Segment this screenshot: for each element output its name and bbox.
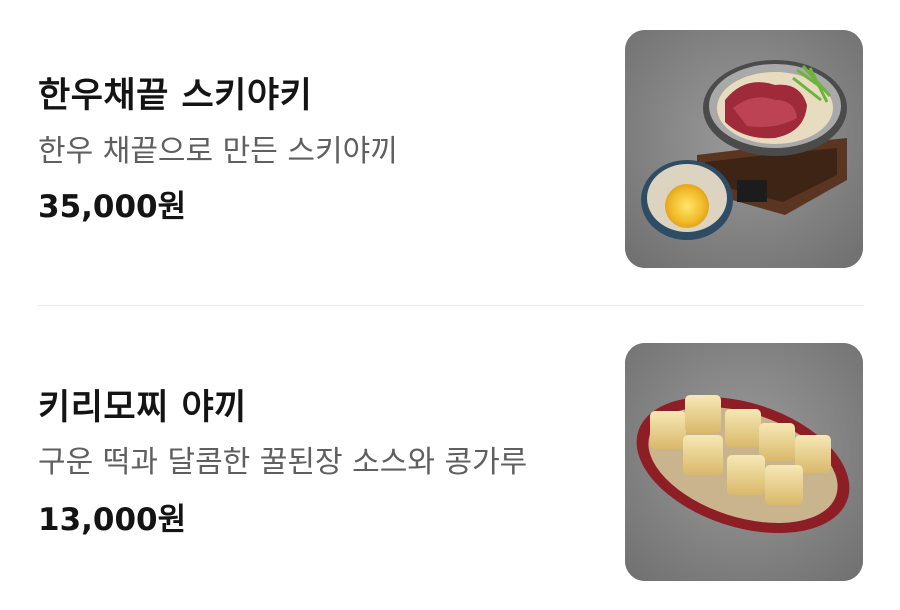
menu-item-description: 구운 떡과 달콤한 꿀된장 소스와 콩가루 bbox=[38, 445, 528, 480]
menu-item-name: 한우채끝 스키야키 bbox=[38, 76, 313, 116]
menu-item-name: 키리모찌 야끼 bbox=[38, 388, 247, 428]
menu-item-kirimochi[interactable]: 키리모찌 야끼 구운 떡과 달콤한 꿀된장 소스와 콩가루 13,000원 bbox=[38, 343, 864, 583]
grilled-mochi-photo[interactable] bbox=[625, 343, 863, 581]
menu-item-description: 한우 채끝으로 만든 스키야끼 bbox=[38, 134, 398, 169]
menu-list: 한우채끝 스키야키 한우 채끝으로 만든 스키야끼 35,000원 키리모찌 야… bbox=[0, 0, 900, 610]
divider bbox=[38, 305, 864, 306]
menu-item-sukiyaki[interactable]: 한우채끝 스키야키 한우 채끝으로 만든 스키야끼 35,000원 bbox=[38, 30, 864, 270]
menu-item-price: 13,000원 bbox=[38, 502, 187, 538]
sukiyaki-photo[interactable] bbox=[625, 30, 863, 268]
menu-item-price: 35,000원 bbox=[38, 189, 187, 225]
